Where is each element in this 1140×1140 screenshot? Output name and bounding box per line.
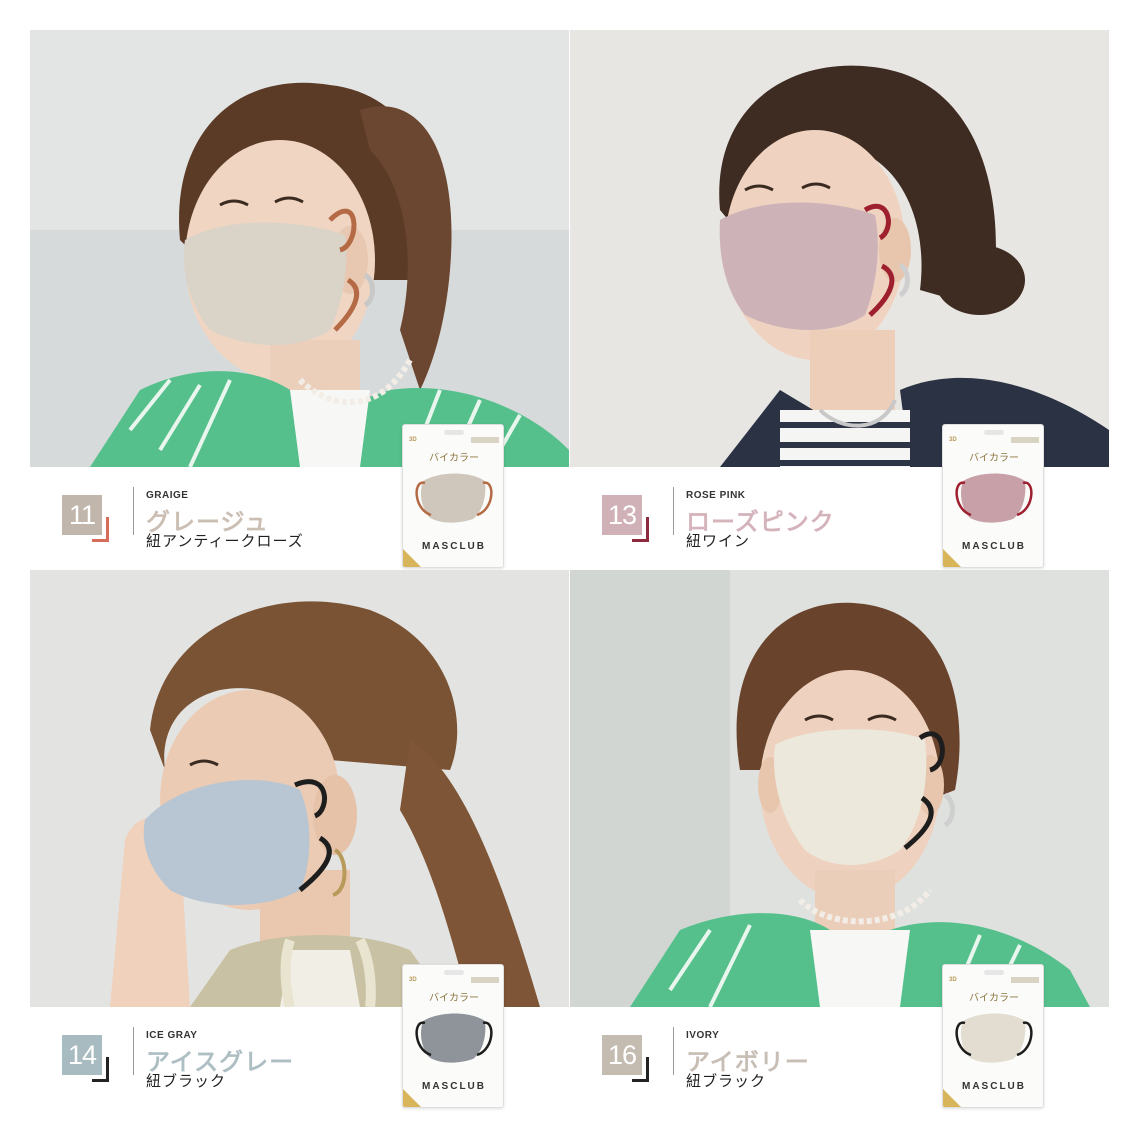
model-illustration — [30, 570, 569, 1007]
model-illustration — [570, 30, 1109, 467]
mask-shape — [719, 202, 878, 330]
product-card-ice-gray: 14 ICE GRAY アイスグレー 紐ブラック 3D バイカラー MASCLU… — [30, 570, 569, 1108]
hang-hole — [984, 430, 1004, 435]
package-mask-image — [415, 1013, 493, 1063]
package-title: バイカラー — [969, 453, 1019, 464]
color-name-en: ICE GRAY — [146, 1030, 198, 1041]
number-accent — [92, 539, 109, 542]
hang-hole — [984, 970, 1004, 975]
package-badge: 3D — [409, 437, 417, 443]
model-illustration — [570, 570, 1109, 1007]
color-number-box: 11 — [62, 495, 102, 535]
package-badge: 3D — [409, 977, 417, 983]
color-number-box: 14 — [62, 1035, 102, 1075]
package-sash — [471, 437, 499, 443]
package-badge: 3D — [949, 977, 957, 983]
product-package: 3D バイカラー MASCLUB — [402, 424, 504, 568]
color-number-box: 16 — [602, 1035, 642, 1075]
product-package: 3D バイカラー MASCLUB — [942, 964, 1044, 1108]
package-badge: 3D — [949, 437, 957, 443]
number-accent — [92, 1079, 109, 1082]
model-illustration — [30, 30, 569, 467]
divider — [133, 1027, 134, 1075]
model-photo — [570, 30, 1109, 467]
color-name-en: ROSE PINK — [686, 490, 746, 501]
package-mask-image — [415, 473, 493, 523]
model-photo — [30, 570, 569, 1007]
package-mask-image — [955, 1013, 1033, 1063]
package-title: バイカラー — [429, 993, 479, 1004]
package-sash — [1011, 977, 1039, 983]
model-photo — [570, 570, 1109, 1007]
package-sash — [1011, 437, 1039, 443]
strap-color: 紐ワイン — [686, 532, 751, 550]
package-title: バイカラー — [429, 453, 479, 464]
mask-shape — [183, 222, 347, 345]
product-card-graige: 11 GRAIGE グレージュ 紐アンティークローズ 3D バイカラー MASC… — [30, 30, 569, 568]
package-mask-image — [955, 473, 1033, 523]
product-card-ivory: 16 IVORY アイボリー 紐ブラック 3D バイカラー MASCLUB — [570, 570, 1109, 1108]
hang-hole — [444, 970, 464, 975]
product-card-rose-pink: 13 ROSE PINK ローズピンク 紐ワイン 3D バイカラー MASCLU… — [570, 30, 1109, 568]
strap-color: 紐アンティークローズ — [146, 532, 304, 550]
divider — [133, 487, 134, 535]
product-package: 3D バイカラー MASCLUB — [402, 964, 504, 1108]
product-package: 3D バイカラー MASCLUB — [942, 424, 1044, 568]
package-corner — [943, 1089, 961, 1107]
strap-color: 紐ブラック — [146, 1072, 227, 1090]
divider — [673, 487, 674, 535]
number-accent — [632, 539, 649, 542]
package-sash — [471, 977, 499, 983]
package-corner — [943, 549, 961, 567]
color-number-box: 13 — [602, 495, 642, 535]
model-photo — [30, 30, 569, 467]
color-name-en: IVORY — [686, 1030, 720, 1041]
hang-hole — [444, 430, 464, 435]
number-accent — [632, 1079, 649, 1082]
color-name-en: GRAIGE — [146, 490, 189, 501]
divider — [673, 1027, 674, 1075]
package-title: バイカラー — [969, 993, 1019, 1004]
package-corner — [403, 549, 421, 567]
strap-color: 紐ブラック — [686, 1072, 767, 1090]
package-corner — [403, 1089, 421, 1107]
